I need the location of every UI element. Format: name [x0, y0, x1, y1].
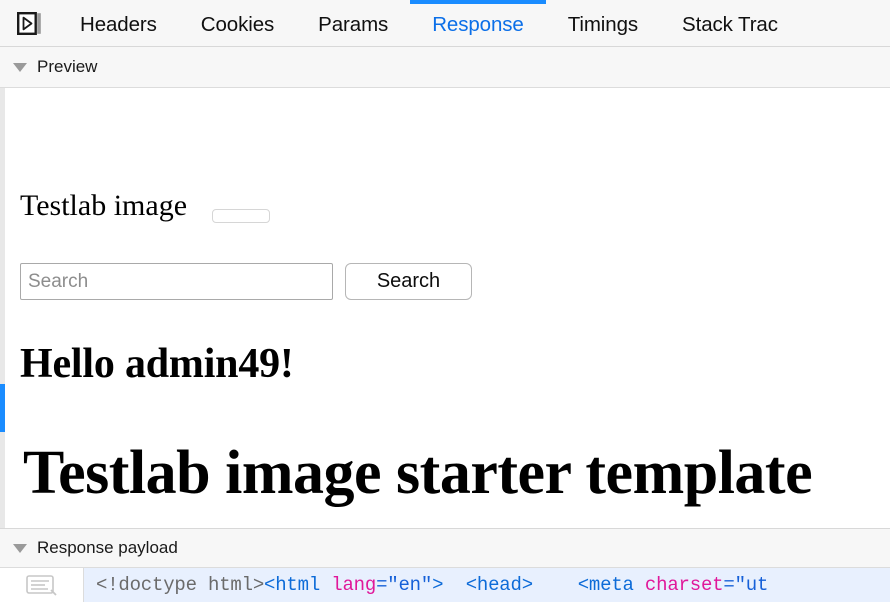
preview-section-title: Preview — [37, 57, 98, 76]
details-tab-bar: Headers Cookies Params Response Timings … — [0, 0, 890, 47]
tab-response-label: Response — [432, 13, 524, 36]
tab-timings[interactable]: Timings — [546, 0, 660, 46]
code-token-7: <head> — [465, 574, 533, 596]
code-token-6 — [443, 574, 465, 596]
tab-params[interactable]: Params — [296, 0, 410, 46]
tab-headers[interactable]: Headers — [58, 0, 179, 46]
document-greeting: Hello admin49! — [20, 341, 294, 387]
tab-timings-label: Timings — [567, 13, 639, 36]
tab-headers-label: Headers — [80, 13, 157, 36]
chevron-down-icon-payload[interactable] — [13, 543, 27, 553]
payload-gutter[interactable] — [0, 568, 84, 602]
code-token-1: <html — [264, 574, 321, 596]
payload-code-line[interactable]: <!doctype html> <html lang = "en" > <head> <… — [84, 568, 890, 602]
code-token-11: = — [723, 574, 735, 596]
code-token-5: > — [432, 574, 444, 596]
payload-section-title: Response payload — [37, 538, 178, 557]
rendered-response-document: Testlab image Search Hello admin49! Test… — [5, 88, 890, 528]
code-token-2: lang — [320, 574, 377, 596]
tab-stack-trace-label: Stack Trac — [682, 13, 778, 36]
code-token-0: <!doctype html> — [96, 574, 265, 596]
document-main-title: Testlab image starter template — [23, 439, 813, 507]
code-token-10: charset — [633, 574, 724, 596]
tab-cookies-label: Cookies — [200, 13, 275, 36]
tab-response[interactable]: Response — [410, 0, 546, 46]
document-inline-box — [212, 209, 270, 223]
document-page-heading: Testlab image — [20, 189, 188, 222]
payload-source-view: <!doctype html> <html lang = "en" > <head> <… — [0, 568, 890, 602]
network-details-panel: Headers Cookies Params Response Timings … — [0, 0, 890, 602]
code-token-8 — [533, 574, 578, 596]
code-token-12: "ut — [734, 574, 769, 596]
step-over-icon — [16, 11, 41, 35]
search-input[interactable] — [20, 263, 333, 300]
document-search-form: Search — [20, 263, 472, 300]
preview-section-header[interactable]: Preview — [0, 47, 890, 88]
code-token-3: = — [376, 574, 388, 596]
payload-section-header[interactable]: Response payload — [0, 528, 890, 568]
tab-cookies[interactable]: Cookies — [179, 0, 296, 46]
chevron-down-icon-preview[interactable] — [13, 62, 27, 72]
tab-params-label: Params — [318, 13, 389, 36]
preview-pane: Testlab image Search Hello admin49! Test… — [0, 88, 890, 528]
tab-stack-trace[interactable]: Stack Trac — [660, 0, 800, 46]
search-button[interactable]: Search — [345, 263, 472, 300]
step-over-button[interactable] — [0, 0, 58, 46]
pretty-print-icon — [25, 575, 57, 596]
code-token-4: "en" — [387, 574, 433, 596]
code-token-9: <meta — [577, 574, 634, 596]
